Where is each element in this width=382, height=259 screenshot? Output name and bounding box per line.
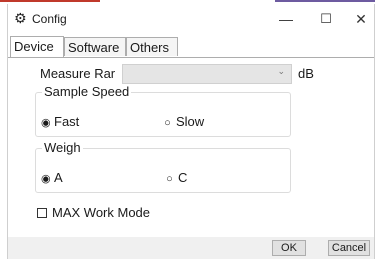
measure-range-label: Measure Rar [40,66,116,81]
sample-speed-group: Sample Speed ◉ Fast ○ Slow [35,84,291,137]
radio-selected-icon: ◉ [41,173,51,185]
close-button[interactable]: ✕ [350,9,372,29]
radio-a-label: A [54,170,63,185]
gear-icon: ⚙ [14,10,27,26]
radio-slow[interactable]: ○ Slow [163,114,204,129]
maximize-button[interactable]: ☐ [315,9,337,29]
radio-fast[interactable]: ◉ Fast [41,114,79,129]
top-accent-left [0,0,100,2]
radio-selected-icon: ◉ [41,117,51,129]
title-bar[interactable]: ⚙ Config — ☐ ✕ [8,4,374,34]
max-work-mode-label: MAX Work Mode [52,205,151,220]
radio-c[interactable]: ○ C [165,170,187,185]
tab-software[interactable]: Software [64,37,126,56]
config-window: ⚙ Config — ☐ ✕ Device Software Others Me… [7,4,375,259]
top-accent-right [275,0,375,2]
radio-c-label: C [178,170,188,185]
tab-device[interactable]: Device [10,36,64,57]
measure-unit-label: dB [298,66,314,81]
sample-speed-legend: Sample Speed [42,84,132,99]
window-title: Config [32,12,67,26]
radio-unselected-icon: ○ [164,117,171,129]
radio-a[interactable]: ◉ A [41,170,63,185]
weigh-legend: Weigh [42,140,83,155]
tab-others[interactable]: Others [126,37,178,56]
minimize-button[interactable]: — [275,9,297,29]
checkbox-unchecked-icon [37,208,47,218]
radio-unselected-icon: ○ [166,173,173,185]
cancel-button[interactable]: Cancel [328,240,370,256]
chevron-down-icon: ⌄ [277,66,285,76]
device-panel: Measure Rar ⌄ dB Sample Speed ◉ Fast ○ Slo… [8,57,374,237]
max-work-mode-checkbox[interactable]: MAX Work Mode [37,205,150,220]
ok-button[interactable]: OK [272,240,306,256]
dialog-footer: OK Cancel [8,237,374,259]
radio-fast-label: Fast [54,114,80,129]
measure-range-select[interactable]: ⌄ [122,64,292,84]
weigh-group: Weigh ◉ A ○ C [35,140,291,193]
radio-slow-label: Slow [176,114,205,129]
